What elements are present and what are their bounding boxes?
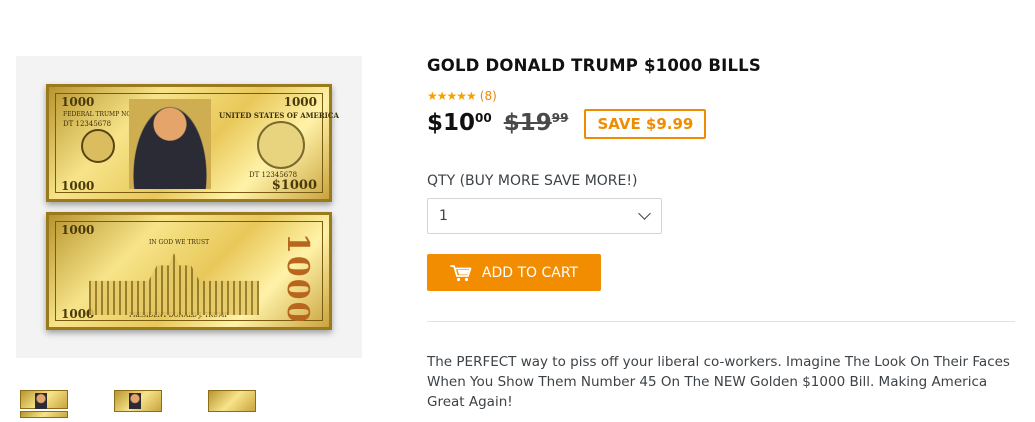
thumbnail-strip (16, 386, 260, 422)
bill-back-large-denomination: 1000 (280, 233, 315, 325)
thumbnail-1[interactable] (16, 386, 72, 422)
review-count-link[interactable]: (8) (480, 89, 497, 103)
bill-front-image: 1000 1000 1000 $1000 FEDERAL TRUMP NOTE … (46, 84, 339, 202)
bill-front-seal (81, 129, 115, 163)
bill-front-serial-right: DT 12345678 (249, 171, 298, 179)
price-row: $10 00 $19 99 SAVE $9.99 (427, 106, 707, 140)
product-main-image[interactable]: 1000 1000 1000 $1000 FEDERAL TRUMP NOTE … (16, 56, 362, 358)
thumbnail-2-portrait (129, 393, 141, 409)
shopping-cart-icon (449, 264, 472, 281)
bill-front-denomination-bottom-left: 1000 (61, 179, 95, 193)
product-title: GOLD DONALD TRUMP $1000 BILLS (427, 56, 761, 75)
thumbnail-3-image (208, 390, 256, 412)
bill-front-denomination-top-left: 1000 (61, 95, 95, 109)
quantity-selected-value: 1 (439, 208, 448, 224)
thumbnail-2-image (114, 390, 162, 412)
quantity-label: QTY (BUY MORE SAVE MORE!) (427, 173, 638, 189)
rating-stars-icon: ★★★★★ (427, 89, 477, 103)
bill-front-watermark-seal (257, 121, 305, 169)
product-rating[interactable]: ★★★★★ (8) (427, 89, 497, 103)
thumbnail-1-portrait (35, 393, 47, 409)
thumbnail-1-image (20, 390, 68, 409)
thumbnail-1-image-back (20, 410, 68, 418)
bill-front-denomination-bottom-right: $1000 (271, 178, 317, 193)
bill-front-portrait (129, 99, 211, 189)
thumbnail-2[interactable] (110, 386, 166, 422)
compare-at-price-cents: 99 (551, 111, 569, 125)
add-to-cart-label: ADD TO CART (481, 264, 579, 281)
product-description: The PERFECT way to piss off your liberal… (427, 354, 1010, 410)
save-badge: SAVE $9.99 (584, 109, 707, 139)
thumbnail-3[interactable] (204, 386, 260, 422)
sale-price-cents: 00 (475, 111, 492, 125)
bill-back-image: 1000 1000 IN GOD WE TRUST PRESIDENT DONA… (46, 212, 332, 330)
chevron-down-icon (638, 207, 651, 220)
sale-price: $10 (427, 110, 476, 136)
section-divider (427, 321, 1015, 322)
bill-front-serial-left: DT 12345678 (63, 120, 112, 128)
compare-at-price: $19 (503, 110, 552, 136)
bill-front-country: UNITED STATES OF AMERICA (219, 111, 339, 120)
bill-front-denomination-top-right: 1000 (283, 95, 317, 109)
bill-back-motto: IN GOD WE TRUST (149, 239, 210, 246)
bill-back-denomination-top: 1000 (61, 223, 95, 237)
add-to-cart-button[interactable]: ADD TO CART (427, 254, 601, 291)
quantity-select[interactable]: 1 (427, 198, 662, 234)
